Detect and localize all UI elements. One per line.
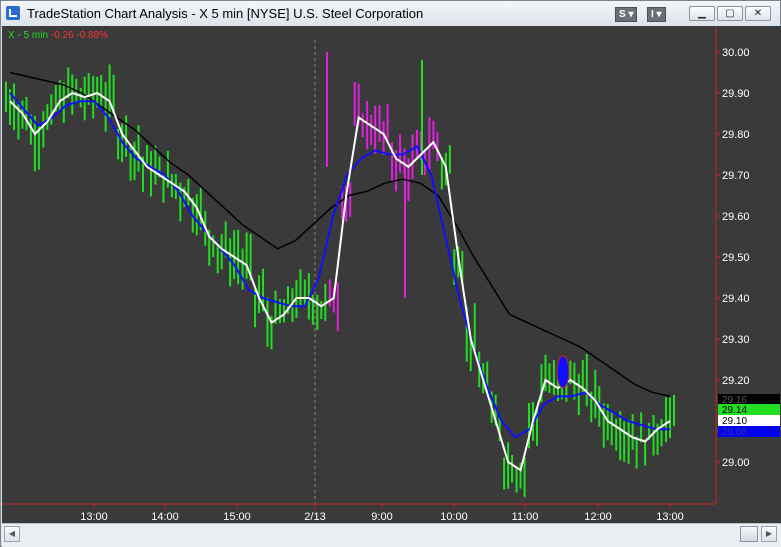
window-title: TradeStation Chart Analysis - X 5 min [N… bbox=[27, 6, 424, 21]
title-bar: TradeStation Chart Analysis - X 5 min [N… bbox=[1, 1, 780, 27]
last-price-label: 29.08 bbox=[722, 427, 747, 438]
close-button[interactable]: ✕ bbox=[745, 6, 771, 21]
scroll-thumb[interactable] bbox=[740, 526, 758, 542]
slow-average-line bbox=[9, 71, 671, 398]
y-tick-label: 30.00 bbox=[722, 47, 750, 59]
x-tick-label: 13:00 bbox=[80, 511, 108, 523]
x-tick-label: 10:00 bbox=[440, 511, 468, 523]
y-tick-label: 29.20 bbox=[722, 375, 750, 387]
y-tick-label: 29.30 bbox=[722, 334, 750, 346]
indicator-menu-button[interactable]: I ▾ bbox=[647, 7, 666, 22]
y-tick-label: 29.80 bbox=[722, 129, 750, 141]
fast-average-line bbox=[9, 91, 671, 472]
y-tick-label: 29.50 bbox=[722, 252, 750, 264]
x-tick-label: 2/13 bbox=[304, 511, 325, 523]
chart-area[interactable]: 30.00 29.90 29.80 29.70 29.60 29.50 29.40 29.30… bbox=[2, 26, 781, 523]
maximize-button[interactable]: ▢ bbox=[717, 6, 743, 21]
minimize-button[interactable]: ▁ bbox=[689, 6, 715, 21]
x-tick-label: 11:00 bbox=[512, 511, 539, 523]
y-tick-label: 29.90 bbox=[722, 88, 750, 100]
last-price-label: 29.14 bbox=[722, 405, 747, 416]
mid-average-line bbox=[9, 92, 670, 439]
signal-marker bbox=[556, 355, 570, 389]
horizontal-scrollbar[interactable]: ◀ ▶ bbox=[2, 523, 781, 547]
x-tick-label: 9:00 bbox=[371, 511, 392, 523]
y-tick-label: 29.60 bbox=[722, 211, 750, 223]
y-tick-label: 29.00 bbox=[722, 457, 750, 469]
last-price-label: 29.10 bbox=[722, 416, 747, 427]
app-logo-icon bbox=[6, 6, 20, 20]
style-menu-button[interactable]: S ▾ bbox=[615, 7, 638, 22]
x-tick-label: 12:00 bbox=[584, 511, 612, 523]
scroll-right-button[interactable]: ▶ bbox=[761, 526, 777, 542]
x-tick-label: 13:00 bbox=[656, 511, 684, 523]
scroll-left-button[interactable]: ◀ bbox=[4, 526, 20, 542]
app-window: TradeStation Chart Analysis - X 5 min [N… bbox=[0, 0, 781, 547]
chart-header: X - 5 min -0.26 -0.88% bbox=[8, 30, 108, 41]
x-tick-label: 14:00 bbox=[151, 511, 179, 523]
y-tick-label: 29.40 bbox=[722, 293, 750, 305]
x-tick-label: 15:00 bbox=[223, 511, 251, 523]
y-tick-label: 29.70 bbox=[722, 170, 750, 182]
price-chart: 30.00 29.90 29.80 29.70 29.60 29.50 29.40 29.30… bbox=[2, 26, 780, 523]
